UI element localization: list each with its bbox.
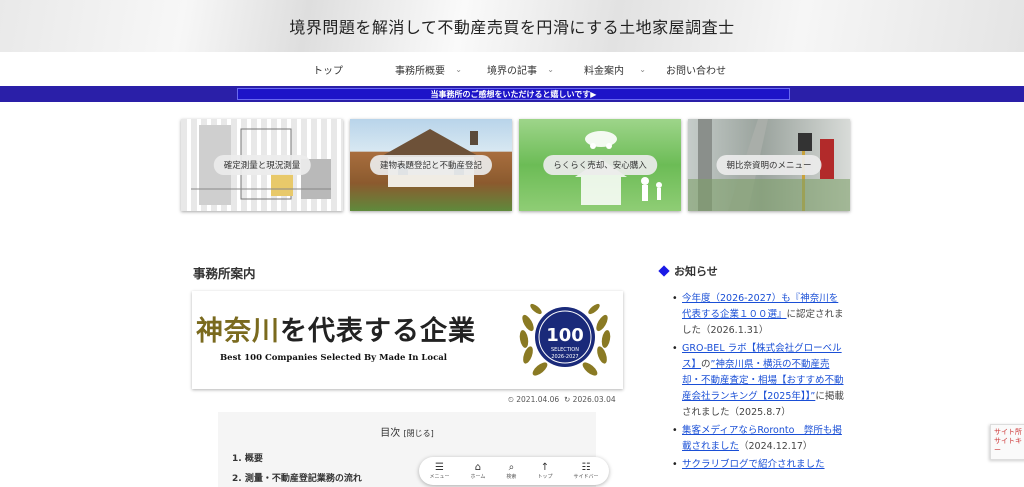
hero-title: 神奈川を代表する企業 — [196, 309, 476, 348]
nav-label: トップ — [313, 65, 343, 77]
news-list: 今年度（2026-2027）も『神奈川を代表する企業１００選』に認定されました（… — [660, 291, 845, 473]
news-item: 今年度（2026-2027）も『神奈川を代表する企業１００選』に認定されました（… — [660, 291, 845, 339]
nav-label: 境界の記事 — [487, 65, 537, 77]
home-icon: ⌂ — [474, 462, 482, 473]
mobile-top-button[interactable]: ↑ トップ — [537, 462, 552, 480]
sidebar-heading: お知らせ — [658, 263, 845, 279]
card-label: 確定測量と現況測量 — [213, 155, 311, 175]
mobile-bar-label: サイドバー — [573, 474, 599, 480]
toc-title: 目次 [閉じる] — [218, 424, 596, 439]
sidebar-heading-text: お知らせ — [674, 265, 718, 278]
mobile-sidebar-button[interactable]: ☷ サイドバー — [573, 462, 598, 480]
updated-date: 2026.03.04 — [572, 395, 616, 404]
news-item: 集客メディアならRoronto 弊所も掲載されました（2024.12.17） — [660, 423, 845, 455]
card-label: 朝比奈資明のメニュー — [716, 155, 822, 175]
published-date: 2021.04.06 — [516, 395, 560, 404]
nav-item-articles[interactable]: 境界の記事 ⌄ — [466, 62, 558, 77]
nav-item-office[interactable]: 事務所概要 ⌄ — [374, 62, 466, 77]
mobile-bar-label: トップ — [537, 474, 553, 480]
nav-label: 事務所概要 — [395, 65, 445, 77]
card-label: らくらく売却、安心購入 — [543, 155, 657, 175]
emblem-line1: SELECTION — [551, 347, 579, 353]
chevron-down-icon: ⌄ — [639, 64, 646, 74]
news-link[interactable]: サクラリブログで紹介されました — [682, 459, 825, 470]
main-nav: トップ 事務所概要 ⌄ 境界の記事 ⌄ 料金案内 ⌄ お問い合わせ — [0, 52, 1024, 86]
nav-item-top[interactable]: トップ — [282, 62, 374, 77]
hero-title-highlight: 神奈川 — [196, 316, 280, 347]
news-item: GRO-BEL ラボ【株式会社グローベルス】の”神奈川県・横浜の不動産売却・不動… — [660, 341, 845, 421]
site-title[interactable]: 境界問題を解消して不動産売買を円滑にする土地家屋調査士 — [289, 14, 734, 38]
hero-banner-image: 神奈川を代表する企業 Best 100 Companies Selected B… — [192, 291, 623, 389]
site-header: 境界問題を解消して不動産売買を円滑にする土地家屋調査士 — [0, 0, 1024, 52]
sidebar: お知らせ 今年度（2026-2027）も『神奈川を代表する企業１００選』に認定さ… — [658, 263, 845, 475]
nav-item-contact[interactable]: お問い合わせ — [650, 62, 742, 77]
card-building-registration[interactable]: 建物表題登記と不動産登記 — [350, 119, 512, 211]
news-text: の — [701, 359, 711, 370]
feedback-banner-link[interactable]: 当事務所のご感想をいただけると嬉しいです▶ — [237, 88, 790, 100]
laurel-emblem-icon: 100 SELECTION 2026-2027 — [519, 303, 611, 376]
toc-toggle-button[interactable]: [閉じる] — [403, 429, 433, 438]
card-survey[interactable]: 確定測量と現況測量 — [181, 119, 343, 211]
news-text: （2024.12.17） — [739, 441, 813, 452]
search-icon: ⌕ — [508, 462, 515, 473]
sidebar-icon: ☷ — [581, 462, 591, 473]
notice-strip: 当事務所のご感想をいただけると嬉しいです▶ — [0, 86, 1024, 102]
menu-icon: ☰ — [435, 462, 444, 473]
recaptcha-badge[interactable]: サイト所サイトキー — [990, 424, 1024, 460]
post-dates: ⏲ 2021.04.06 ↻ 2026.03.04 — [508, 395, 616, 405]
toc-heading: 目次 — [380, 428, 401, 439]
clock-icon: ⏲ — [508, 395, 514, 404]
chevron-down-icon: ⌄ — [455, 64, 462, 74]
emblem-number: 100 — [546, 325, 584, 346]
update-icon: ↻ — [563, 395, 571, 404]
mobile-footer-bar: ☰ メニュー ⌂ ホーム ⌕ 検索 ↑ トップ ☷ サイドバー — [419, 457, 609, 485]
nav-label: お問い合わせ — [666, 65, 726, 77]
nav-label: 料金案内 — [584, 65, 624, 77]
arrow-up-icon: ↑ — [540, 462, 550, 473]
mobile-menu-button[interactable]: ☰ メニュー — [430, 462, 450, 480]
mobile-bar-label: 検索 — [506, 474, 517, 480]
mobile-home-button[interactable]: ⌂ ホーム — [471, 462, 486, 480]
mobile-search-button[interactable]: ⌕ 検索 — [506, 462, 516, 480]
nav-item-pricing[interactable]: 料金案内 ⌄ — [558, 62, 650, 77]
mobile-bar-label: メニュー — [429, 474, 450, 480]
mobile-bar-label: ホーム — [470, 474, 486, 480]
hero-subtitle: Best 100 Companies Selected By Made In L… — [220, 353, 447, 363]
chevron-down-icon: ⌄ — [547, 64, 554, 74]
hero-title-rest: を代表する企業 — [280, 316, 476, 347]
feature-cards: 確定測量と現況測量 建物表題登記と不動産登記 らくらく売却、安心購入 朝比奈資明… — [181, 119, 850, 211]
news-item: サクラリブログで紹介されました — [660, 457, 845, 473]
card-easy-sale[interactable]: らくらく売却、安心購入 — [519, 119, 681, 211]
page-title: 事務所案内 — [193, 266, 256, 281]
diamond-icon — [658, 265, 670, 277]
card-menu[interactable]: 朝比奈資明のメニュー — [688, 119, 850, 211]
card-label: 建物表題登記と不動産登記 — [369, 155, 493, 175]
emblem-line2: 2026-2027 — [551, 354, 578, 360]
